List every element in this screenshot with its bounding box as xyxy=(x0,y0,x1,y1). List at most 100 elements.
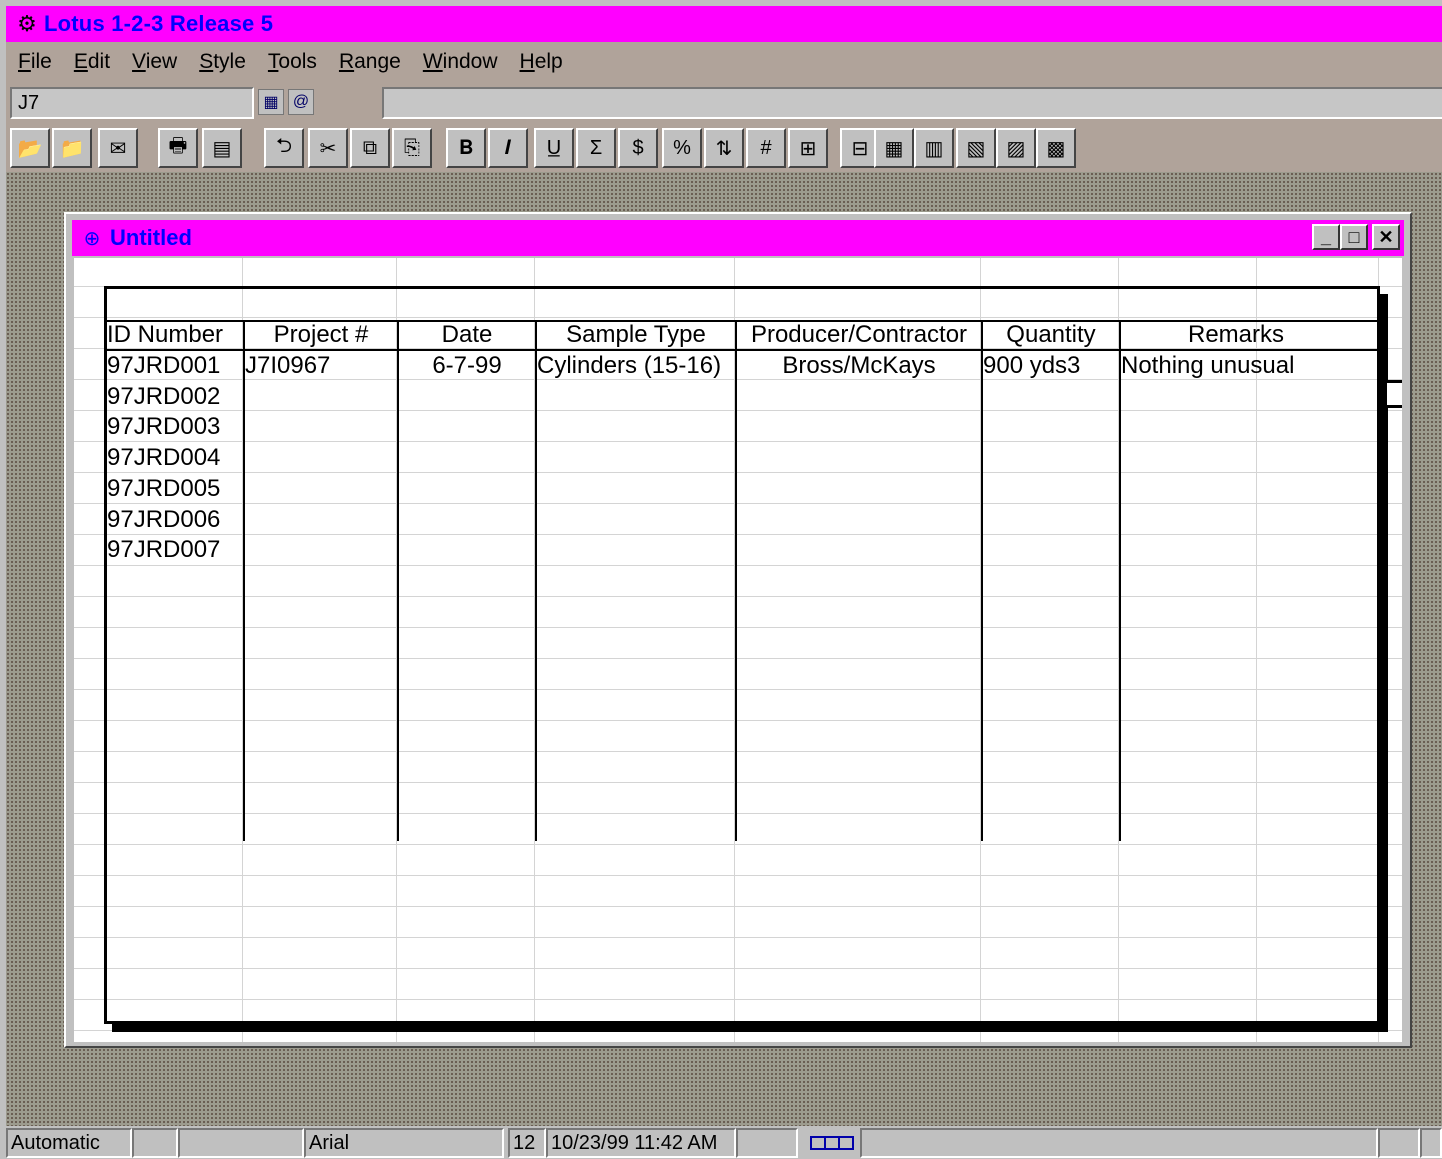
navigator-icon[interactable]: ▦ xyxy=(258,89,284,115)
sort-icon[interactable]: ⇅ xyxy=(704,128,744,168)
status-panel-empty[interactable] xyxy=(178,1128,304,1158)
menu-edit[interactable]: Edit xyxy=(74,50,110,74)
table-cell[interactable]: 6-7-99 xyxy=(399,351,535,381)
table-cell[interactable] xyxy=(399,382,535,412)
table-cell[interactable] xyxy=(1121,443,1351,473)
menu-range[interactable]: Range xyxy=(339,50,401,74)
status-mode[interactable]: Automatic xyxy=(6,1128,132,1158)
table-cell[interactable] xyxy=(737,443,981,473)
lotus-app-icon[interactable]: ⚙ xyxy=(12,9,42,39)
close-button[interactable]: ✕ xyxy=(1372,224,1400,250)
formula-contents-input[interactable] xyxy=(382,87,1442,119)
chart-icon[interactable]: ▩ xyxy=(1036,128,1076,168)
table-cell[interactable] xyxy=(537,443,735,473)
table-cell[interactable] xyxy=(245,382,397,412)
currency-icon[interactable]: $ xyxy=(618,128,658,168)
table-cell[interactable] xyxy=(245,474,397,504)
column-header[interactable]: Quantity xyxy=(983,320,1119,350)
status-panel-empty[interactable] xyxy=(1420,1128,1442,1158)
bold-icon[interactable]: 𝐁 xyxy=(446,128,486,168)
table-cell[interactable] xyxy=(983,474,1119,504)
table-cell[interactable] xyxy=(737,382,981,412)
column-header[interactable]: ID Number xyxy=(107,320,243,350)
delete-row-icon[interactable]: ▦ xyxy=(874,128,914,168)
delete-sheet-icon[interactable]: ▨ xyxy=(996,128,1036,168)
table-cell[interactable] xyxy=(983,382,1119,412)
table-cell[interactable]: 97JRD007 xyxy=(107,535,243,565)
table-cell[interactable] xyxy=(399,505,535,535)
minimize-button[interactable]: _ xyxy=(1312,224,1340,250)
table-cell[interactable] xyxy=(1121,505,1351,535)
italic-icon[interactable]: 𝑰 xyxy=(488,128,528,168)
table-cell[interactable] xyxy=(399,443,535,473)
menu-style[interactable]: Style xyxy=(199,50,246,74)
save-file-icon[interactable]: 📁 xyxy=(52,128,92,168)
copy-icon[interactable]: ⧉ xyxy=(350,128,390,168)
table-cell[interactable]: 97JRD005 xyxy=(107,474,243,504)
table-cell[interactable]: 900 yds3 xyxy=(983,351,1119,381)
table-cell[interactable] xyxy=(537,535,735,565)
number-format-icon[interactable]: # xyxy=(746,128,786,168)
menu-file[interactable]: File xyxy=(18,50,52,74)
menu-help[interactable]: Help xyxy=(520,50,563,74)
percent-icon[interactable]: % xyxy=(662,128,702,168)
table-cell[interactable] xyxy=(537,382,735,412)
table-cell[interactable]: 97JRD004 xyxy=(107,443,243,473)
maximize-button[interactable]: □ xyxy=(1340,224,1368,250)
table-cell[interactable] xyxy=(537,412,735,442)
worksheet-grid[interactable]: ID Number Project # Date Sample Type Produce… xyxy=(74,258,1402,1042)
delete-column-icon[interactable]: ▥ xyxy=(914,128,954,168)
cell-pointer[interactable] xyxy=(1384,380,1402,408)
status-font-size[interactable]: 12 xyxy=(508,1128,546,1158)
menu-window[interactable]: Window xyxy=(423,50,498,74)
print-icon[interactable]: 🖶 xyxy=(158,128,198,168)
status-panel-empty[interactable] xyxy=(736,1128,798,1158)
column-header[interactable]: Sample Type xyxy=(537,320,735,350)
table-cell[interactable]: J7I0967 xyxy=(245,351,397,381)
table-cell[interactable] xyxy=(537,505,735,535)
table-cell[interactable] xyxy=(737,412,981,442)
table-cell[interactable] xyxy=(737,474,981,504)
table-cell[interactable] xyxy=(1121,535,1351,565)
worksheet-titlebar[interactable]: ⊕ Untitled _ □ ✕ xyxy=(72,220,1404,256)
table-cell[interactable] xyxy=(399,535,535,565)
table-cell[interactable] xyxy=(1121,382,1351,412)
menu-tools[interactable]: Tools xyxy=(268,50,317,74)
status-datetime[interactable]: 10/23/99 11:42 AM xyxy=(546,1128,736,1158)
table-cell[interactable] xyxy=(537,474,735,504)
cell-address-box[interactable]: J7 xyxy=(10,87,254,119)
table-cell[interactable] xyxy=(737,535,981,565)
sum-icon[interactable]: Σ xyxy=(576,128,616,168)
at-function-icon[interactable]: @ xyxy=(288,89,314,115)
table-cell[interactable] xyxy=(983,505,1119,535)
table-cell[interactable] xyxy=(983,412,1119,442)
table-cell[interactable] xyxy=(245,535,397,565)
paste-icon[interactable]: ⎘ xyxy=(392,128,432,168)
smarticons-mode-icon[interactable] xyxy=(810,1136,854,1150)
worksheet-icon[interactable]: ⊕ xyxy=(78,224,106,252)
open-file-icon[interactable]: 📂 xyxy=(10,128,50,168)
table-cell[interactable] xyxy=(983,535,1119,565)
table-cell[interactable]: Cylinders (15-16) xyxy=(537,351,735,381)
status-panel-empty[interactable] xyxy=(860,1128,1378,1158)
undo-icon[interactable]: ⮌ xyxy=(264,128,304,168)
table-cell[interactable]: 97JRD002 xyxy=(107,382,243,412)
app-titlebar[interactable]: ⚙ Lotus 1-2-3 Release 5 xyxy=(6,6,1442,42)
column-header[interactable]: Producer/Contractor xyxy=(737,320,981,350)
column-header[interactable]: Project # xyxy=(245,320,397,350)
table-cell[interactable] xyxy=(983,443,1119,473)
table-cell[interactable] xyxy=(399,474,535,504)
table-cell[interactable] xyxy=(399,412,535,442)
underline-icon[interactable]: U̲ xyxy=(534,128,574,168)
column-header[interactable]: Date xyxy=(399,320,535,350)
table-cell[interactable]: 97JRD003 xyxy=(107,412,243,442)
table-cell[interactable] xyxy=(245,412,397,442)
mail-icon[interactable]: ✉ xyxy=(98,128,138,168)
status-panel-empty[interactable] xyxy=(1378,1128,1420,1158)
status-font[interactable]: Arial xyxy=(304,1128,504,1158)
print-preview-icon[interactable]: ▤ xyxy=(202,128,242,168)
cut-icon[interactable]: ✂ xyxy=(308,128,348,168)
menu-view[interactable]: View xyxy=(132,50,177,74)
table-cell[interactable] xyxy=(245,443,397,473)
status-panel-empty[interactable] xyxy=(132,1128,178,1158)
